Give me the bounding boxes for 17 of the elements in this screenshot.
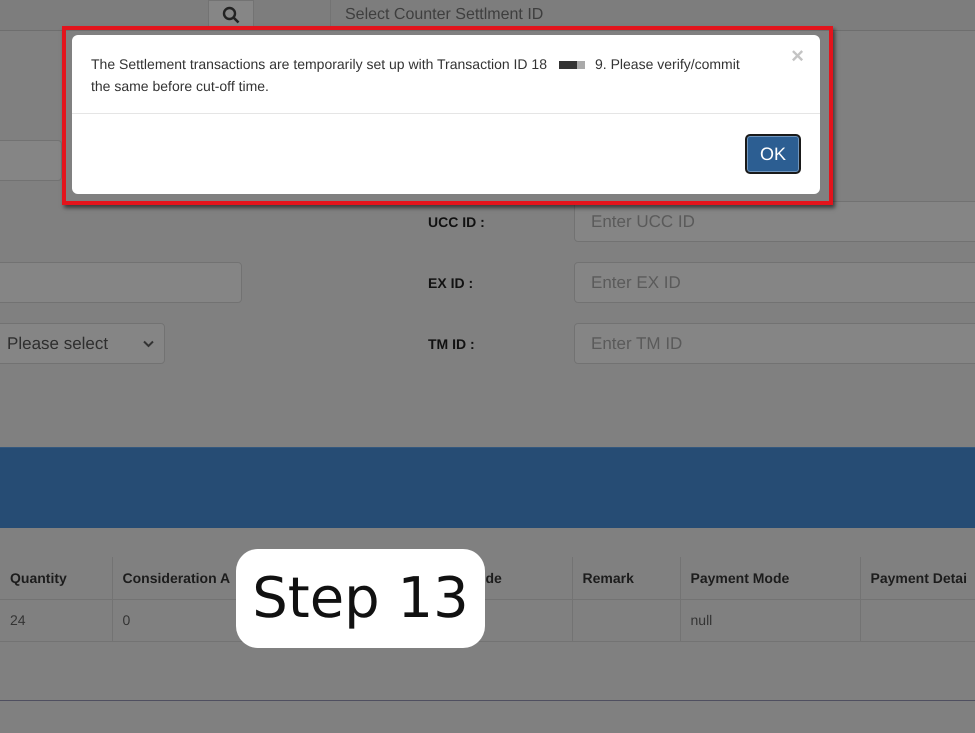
ok-button[interactable]: OK <box>745 134 801 174</box>
field-label: EX ID : <box>428 274 474 290</box>
table-cell: 24 <box>0 599 112 641</box>
column-header: Payment Mode <box>680 557 860 599</box>
column-header: Quantity <box>0 557 112 599</box>
table-cell: null <box>680 599 860 641</box>
input-field[interactable] <box>0 140 62 181</box>
chevron-icon <box>143 340 154 348</box>
search-icon <box>222 6 240 24</box>
column-header: Remark <box>572 557 680 599</box>
step-badge: Step 13 <box>236 549 485 648</box>
column-header: Payment Detai <box>860 557 975 599</box>
field-label: TM ID : <box>428 336 476 352</box>
field-label: UCC ID : <box>428 214 486 230</box>
redaction-mark <box>559 61 585 70</box>
select-dropdown[interactable]: Please select <box>0 323 165 364</box>
dialog-message: The Settlement transactions are temporarily set up with Transaction ID 18 9. Please verify/commit the same before cut-off time. <box>91 55 741 96</box>
